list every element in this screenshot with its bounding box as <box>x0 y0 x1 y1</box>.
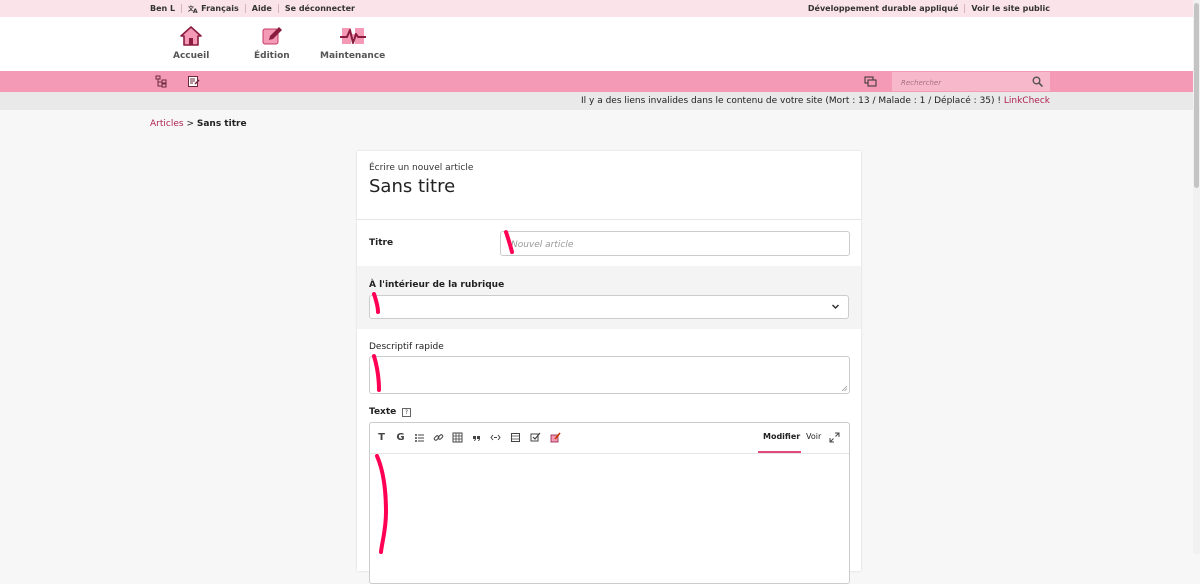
new-article-icon[interactable] <box>187 75 200 88</box>
title-tool-button[interactable]: T <box>376 432 387 443</box>
help-link[interactable]: Aide <box>246 4 279 13</box>
panel-subtitle: Écrire un nouvel article <box>369 163 474 173</box>
quote-icon[interactable] <box>471 432 482 443</box>
list-icon[interactable] <box>414 432 425 443</box>
search-input[interactable] <box>892 72 1033 93</box>
scrollbar-thumb[interactable] <box>1194 3 1199 188</box>
alert-bar: Il y a des liens invalides dans le conte… <box>0 92 1200 110</box>
linkcheck-link[interactable]: LinkCheck <box>1004 96 1050 106</box>
descriptif-textarea[interactable] <box>369 356 850 394</box>
help-icon[interactable]: ? <box>402 408 411 417</box>
top-bar-right: Développement durable appliqué Voir le s… <box>802 4 1050 13</box>
texte-label: Texte <box>369 407 397 417</box>
language-link[interactable]: 文A Français <box>182 4 246 13</box>
edit-icon <box>262 27 282 45</box>
bold-tool-button[interactable]: G <box>395 432 406 443</box>
checkbox-icon[interactable] <box>530 432 541 443</box>
language-label: Français <box>201 4 239 13</box>
alert-message: Il y a des liens invalides dans le conte… <box>581 96 1001 106</box>
maintenance-icon <box>339 28 366 44</box>
chevron-down-icon <box>831 304 840 310</box>
nav-maintenance[interactable]: Maintenance <box>320 25 385 61</box>
chat-icon[interactable] <box>864 75 877 88</box>
search-box <box>892 72 1050 93</box>
site-name-link[interactable]: Développement durable appliqué <box>802 4 966 13</box>
panel-header: Écrire un nouvel article Sans titre <box>357 151 861 220</box>
code-icon[interactable] <box>490 432 501 443</box>
link-icon[interactable] <box>433 432 444 443</box>
text-editor[interactable]: T G Modifier Voir <box>369 422 850 584</box>
breadcrumb-current: Sans titre <box>196 119 247 129</box>
rubrique-select[interactable] <box>369 295 849 319</box>
nav-accueil-label: Accueil <box>173 51 210 61</box>
fullscreen-icon[interactable] <box>829 432 840 443</box>
main-header: Accueil Édition Maintenance <box>0 17 1200 71</box>
breadcrumb-articles[interactable]: Articles <box>150 119 184 129</box>
active-tab-indicator <box>758 451 801 453</box>
editor-toolbar: T G Modifier Voir <box>370 423 849 454</box>
resize-grip-icon[interactable] <box>841 385 848 392</box>
frame-icon[interactable] <box>510 432 521 443</box>
top-bar: Ben L 文A Français Aide Se déconnecter Dé… <box>0 0 1200 17</box>
special-icon[interactable] <box>550 432 561 443</box>
translate-icon: 文A <box>188 5 198 13</box>
tab-modifier[interactable]: Modifier <box>763 432 800 441</box>
rubrique-label: À l'intérieur de la rubrique <box>369 280 505 290</box>
top-bar-left: Ben L 文A Français Aide Se déconnecter <box>150 4 355 13</box>
titre-field-wrapper <box>500 231 850 257</box>
article-form-panel: Écrire un nouvel article Sans titre Titr… <box>357 151 861 584</box>
nav-edition[interactable]: Édition <box>254 25 290 61</box>
descriptif-label: Descriptif rapide <box>369 342 444 352</box>
alert-message-wrapper: Il y a des liens invalides dans le conte… <box>581 96 1050 106</box>
home-icon <box>180 26 202 46</box>
breadcrumb-separator: > <box>186 119 194 129</box>
titre-input[interactable] <box>501 233 849 257</box>
nav-edition-label: Édition <box>254 51 290 61</box>
page-scrollbar[interactable] <box>1193 0 1200 554</box>
page-title: Sans titre <box>369 176 456 197</box>
sitemap-icon[interactable] <box>155 75 168 88</box>
user-link[interactable]: Ben L <box>150 4 183 13</box>
nav-accueil[interactable]: Accueil <box>173 25 209 61</box>
tab-voir[interactable]: Voir <box>806 432 821 441</box>
nav-maintenance-label: Maintenance <box>320 51 386 61</box>
table-icon[interactable] <box>452 432 463 443</box>
view-site-link[interactable]: Voir le site public <box>965 4 1050 13</box>
svg-text:A: A <box>193 8 198 13</box>
titre-label: Titre <box>369 238 394 248</box>
logout-link[interactable]: Se déconnecter <box>279 4 355 13</box>
search-icon[interactable] <box>1032 76 1043 87</box>
breadcrumb: Articles > Sans titre <box>150 119 247 129</box>
rubrique-section: À l'intérieur de la rubrique <box>357 266 861 329</box>
